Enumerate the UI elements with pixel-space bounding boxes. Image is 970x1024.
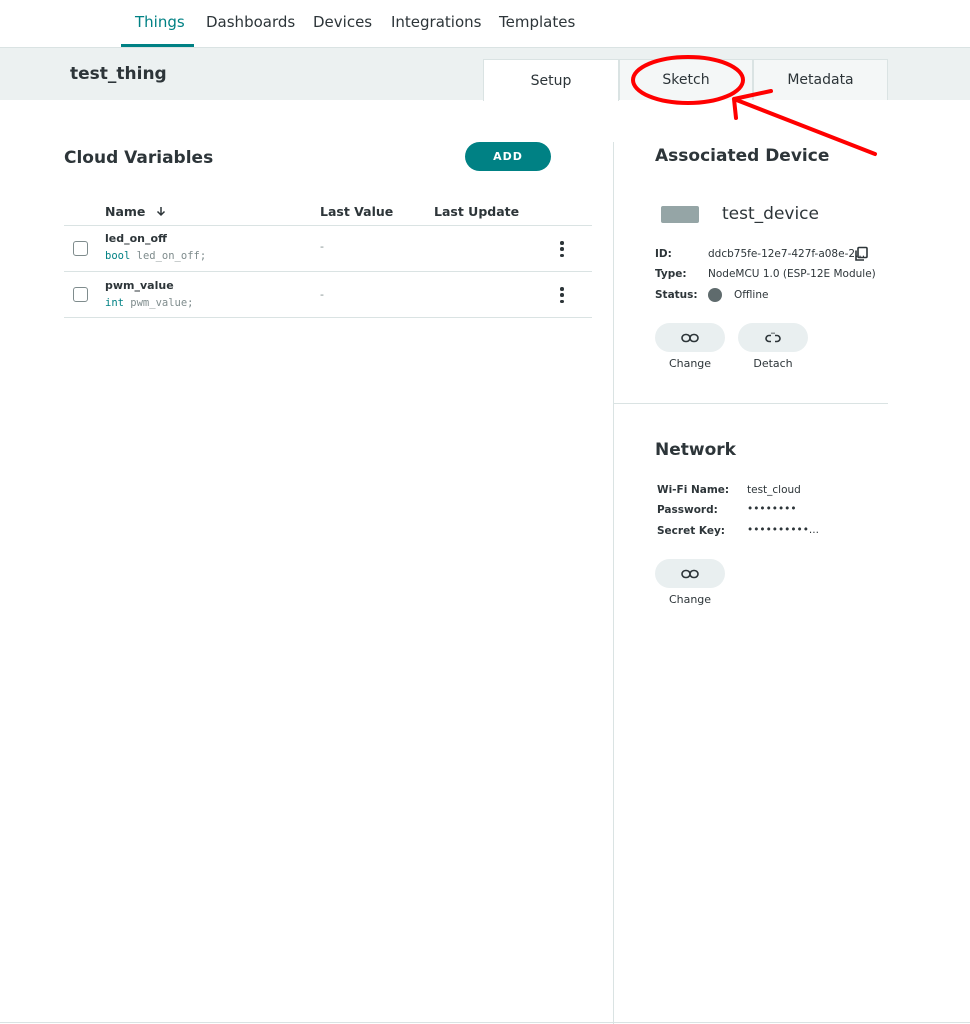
- device-board-icon: [661, 206, 699, 223]
- thing-title: test_thing: [70, 64, 167, 84]
- change-network-label: Change: [668, 593, 712, 606]
- column-header-name-label: Name: [105, 204, 146, 219]
- add-variable-button[interactable]: ADD: [465, 142, 551, 171]
- detach-device-label: Detach: [753, 357, 793, 370]
- device-type-value: NodeMCU 1.0 (ESP-12E Module): [708, 268, 876, 280]
- device-id-value: ddcb75fe-12e7-427f-a08e-2...: [708, 248, 866, 260]
- wifi-name-label: Wi-Fi Name:: [657, 484, 730, 496]
- row-checkbox[interactable]: [73, 287, 88, 302]
- cloud-variables-title: Cloud Variables: [64, 148, 214, 168]
- copy-icon[interactable]: [853, 246, 869, 262]
- arrow-down-icon: [156, 207, 165, 217]
- variable-name: led_on_off: [105, 232, 167, 245]
- column-divider: [613, 142, 614, 1024]
- tab-setup[interactable]: Setup: [483, 59, 619, 101]
- link-icon: [681, 569, 699, 578]
- nav-item-devices[interactable]: Devices: [313, 13, 372, 31]
- nav-item-templates[interactable]: Templates: [499, 13, 575, 31]
- associated-device-title: Associated Device: [655, 146, 830, 166]
- bottom-border: [0, 1022, 970, 1023]
- variable-decl-text: led_on_off;: [130, 250, 207, 262]
- nav-item-things[interactable]: Things: [135, 13, 185, 31]
- network-title: Network: [655, 440, 736, 460]
- variable-last-value: -: [320, 240, 324, 253]
- table-header-divider: [64, 225, 592, 226]
- tab-sketch[interactable]: Sketch: [619, 59, 753, 100]
- row-divider: [64, 317, 592, 318]
- device-id-label: ID:: [655, 248, 672, 260]
- change-device-button[interactable]: [655, 323, 725, 352]
- variable-declaration: int pwm_value;: [105, 297, 194, 309]
- column-header-last-value: Last Value: [320, 204, 394, 219]
- device-type-label: Type:: [655, 268, 687, 280]
- device-status-label: Status:: [655, 289, 698, 301]
- variable-declaration: bool led_on_off;: [105, 250, 206, 262]
- change-network-button[interactable]: [655, 559, 725, 588]
- detach-device-button[interactable]: [738, 323, 808, 352]
- column-header-last-update: Last Update: [434, 204, 520, 219]
- variable-name: pwm_value: [105, 279, 174, 292]
- link-icon: [681, 333, 699, 342]
- status-indicator: [708, 288, 722, 302]
- tab-metadata[interactable]: Metadata: [753, 59, 888, 100]
- change-device-label: Change: [668, 357, 712, 370]
- nav-item-integrations[interactable]: Integrations: [391, 13, 481, 31]
- device-name[interactable]: test_device: [722, 204, 819, 224]
- password-value: ••••••••: [747, 503, 797, 515]
- variable-type: int: [105, 297, 124, 309]
- column-header-name[interactable]: Name: [105, 204, 166, 219]
- row-checkbox[interactable]: [73, 241, 88, 256]
- device-status-value: Offline: [734, 289, 769, 301]
- variable-type: bool: [105, 250, 131, 262]
- password-label: Password:: [657, 504, 718, 516]
- secret-key-value: ••••••••••...: [747, 524, 819, 536]
- thing-header: test_thing Setup Sketch Metadata: [0, 48, 970, 101]
- variable-last-value: -: [320, 288, 324, 301]
- row-divider: [64, 271, 592, 272]
- unlink-icon: [765, 332, 781, 342]
- annotation-arrow: [732, 89, 877, 156]
- more-options-icon[interactable]: [555, 287, 569, 303]
- section-divider: [614, 403, 888, 404]
- nav-active-indicator: [121, 44, 194, 47]
- top-nav: Things Dashboards Devices Integrations T…: [0, 0, 970, 48]
- secret-key-label: Secret Key:: [657, 525, 725, 537]
- nav-item-dashboards[interactable]: Dashboards: [206, 13, 295, 31]
- wifi-name-value: test_cloud: [747, 484, 801, 496]
- more-options-icon[interactable]: [555, 241, 569, 257]
- variable-decl-text: pwm_value;: [123, 297, 194, 309]
